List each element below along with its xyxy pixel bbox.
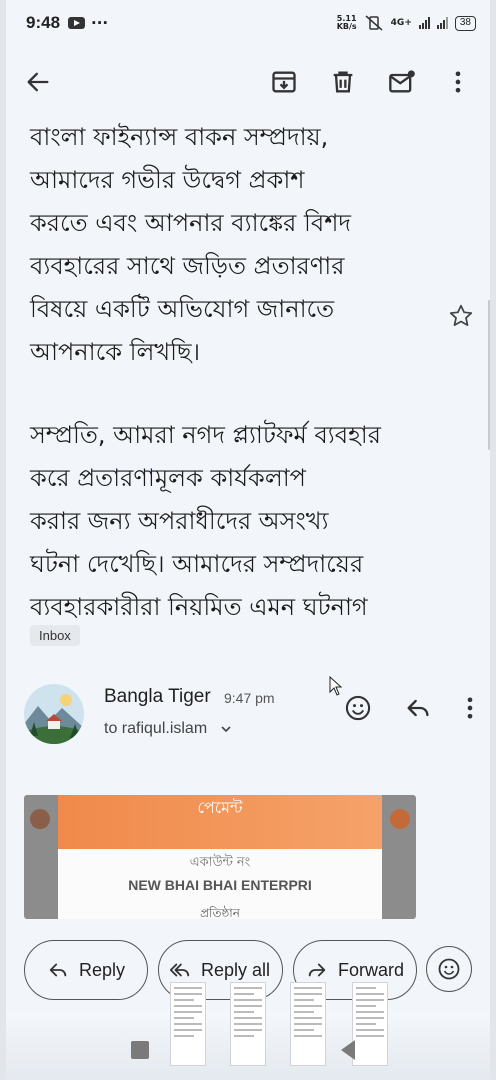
reply-all-label: Reply all bbox=[201, 959, 271, 980]
paragraph-1: বাংলা ফাইন্যান্স বাকন সম্প্রদায়, আমাদের … bbox=[30, 116, 450, 374]
more-notifications-icon: ··· bbox=[91, 14, 109, 32]
status-bar: 9:48 ··· 5.11 KB/s 4G+ 38 bbox=[6, 0, 490, 46]
body-line: ব্যবহারকারীরা নিয়মিত এমন ঘটনাগ bbox=[30, 593, 368, 621]
account-sub: প্রতিষ্ঠান bbox=[200, 906, 240, 919]
right-edge bbox=[490, 0, 496, 1080]
status-time: 9:48 bbox=[26, 13, 61, 32]
recents-button[interactable] bbox=[131, 1041, 149, 1059]
speed-unit: KB/s bbox=[336, 22, 357, 31]
gmail-message-view: 9:48 ··· 5.11 KB/s 4G+ 38 বাংলা ফাইন্যান… bbox=[6, 0, 490, 1080]
back-nav-button[interactable] bbox=[341, 1040, 355, 1060]
body-line: ব্যবহারের সাথে জড়িত প্রতারণার bbox=[30, 252, 345, 280]
message-toolbar bbox=[6, 56, 490, 108]
body-line: বিষয়ে একটি অভিযোগ জানাতে bbox=[30, 295, 335, 323]
signal-1-icon bbox=[418, 17, 430, 29]
status-right: 5.11 KB/s 4G+ 38 bbox=[337, 15, 476, 31]
body-line: করার জন্য অপরাধীদের অসংখ্য bbox=[30, 507, 329, 535]
inbox-label-chip[interactable]: Inbox bbox=[30, 625, 80, 646]
sender-row: Bangla Tiger 9:47 pm to rafiqul.islam bbox=[24, 684, 484, 748]
forward-label: Forward bbox=[338, 959, 405, 980]
sender-name: Bangla Tiger bbox=[104, 686, 211, 707]
forward-arrow-icon bbox=[308, 963, 326, 977]
reply-icon[interactable] bbox=[404, 694, 432, 722]
reply-arrow-icon bbox=[49, 963, 67, 977]
recent-app-thumbnail[interactable] bbox=[290, 982, 326, 1066]
mail-badge-icon[interactable] bbox=[388, 68, 416, 96]
avatar-landscape-icon bbox=[24, 684, 84, 744]
mouse-cursor-icon bbox=[329, 676, 343, 696]
recent-app-thumbnail[interactable] bbox=[230, 982, 266, 1066]
battery-indicator: 38 bbox=[454, 15, 476, 31]
body-line: আমাদের গভীর উদ্বেগ প্রকাশ bbox=[30, 166, 305, 194]
emoji-reaction-button[interactable] bbox=[426, 946, 472, 992]
more-vert-icon[interactable] bbox=[444, 68, 472, 96]
arrow-left-icon[interactable] bbox=[24, 68, 52, 96]
sent-time: 9:47 pm bbox=[224, 690, 275, 706]
smiley-icon bbox=[438, 958, 460, 980]
attachment-card: একাউন্ট নং NEW BHAI BHAI ENTERPRI প্রতিষ… bbox=[58, 849, 382, 919]
trash-icon[interactable] bbox=[329, 68, 357, 96]
reply-all-icon bbox=[169, 963, 190, 977]
reply-label: Reply bbox=[79, 959, 126, 980]
vibrate-off-icon bbox=[365, 15, 383, 31]
reply-button[interactable]: Reply bbox=[24, 940, 148, 1000]
archive-icon[interactable] bbox=[270, 68, 298, 96]
message-body: বাংলা ফাইন্যান্স বাকন সম্প্রদায়, আমাদের … bbox=[30, 116, 450, 629]
recent-app-thumbnail[interactable] bbox=[170, 982, 206, 1066]
body-line: করে প্রতারণামূলক কার্যকলাপ bbox=[30, 464, 306, 492]
attachment-side-right bbox=[390, 809, 410, 829]
star-icon[interactable] bbox=[448, 303, 474, 329]
body-line: আপনাকে লিখছি। bbox=[30, 338, 201, 366]
network-speed: 5.11 KB/s bbox=[337, 15, 357, 31]
body-line: বাংলা ফাইন্যান্স বাকন সম্প্রদায়, bbox=[30, 123, 329, 151]
message-more-vert-icon[interactable] bbox=[456, 694, 484, 722]
add-reaction-icon[interactable] bbox=[344, 694, 372, 722]
paragraph-2: সম্প্রতি, আমরা নগদ প্ল্যাটফর্ম ব্যবহার কর… bbox=[30, 414, 450, 629]
attachment-header-band: পেমেন্ট bbox=[58, 795, 382, 849]
chevron-down-icon bbox=[221, 726, 231, 732]
body-line: করতে এবং আপনার ব্যাঙ্কের বিশদ bbox=[30, 209, 352, 237]
recent-app-thumbnail[interactable] bbox=[352, 982, 388, 1066]
attachment-image[interactable]: পেমেন্ট একাউন্ট নং NEW BHAI BHAI ENTERPR… bbox=[24, 795, 416, 919]
youtube-icon bbox=[68, 17, 86, 29]
attachment-side-left bbox=[30, 809, 50, 829]
recipient-line[interactable]: to rafiqul.islam bbox=[104, 720, 232, 738]
attachment-header-text: পেমেন্ট bbox=[197, 798, 243, 817]
account-name: NEW BHAI BHAI ENTERPRI bbox=[128, 877, 312, 893]
network-type: 4G+ bbox=[390, 18, 412, 28]
recipient-text: to rafiqul.islam bbox=[104, 720, 208, 737]
body-line: সম্প্রতি, আমরা নগদ প্ল্যাটফর্ম ব্যবহার bbox=[30, 421, 381, 449]
account-label: একাউন্ট নং bbox=[189, 855, 251, 870]
body-line: ঘটনা দেখেছি। আমাদের সম্প্রদায়ের bbox=[30, 550, 364, 578]
signal-2-icon bbox=[436, 17, 448, 29]
avatar[interactable] bbox=[24, 684, 84, 744]
scrollbar[interactable] bbox=[488, 300, 490, 450]
